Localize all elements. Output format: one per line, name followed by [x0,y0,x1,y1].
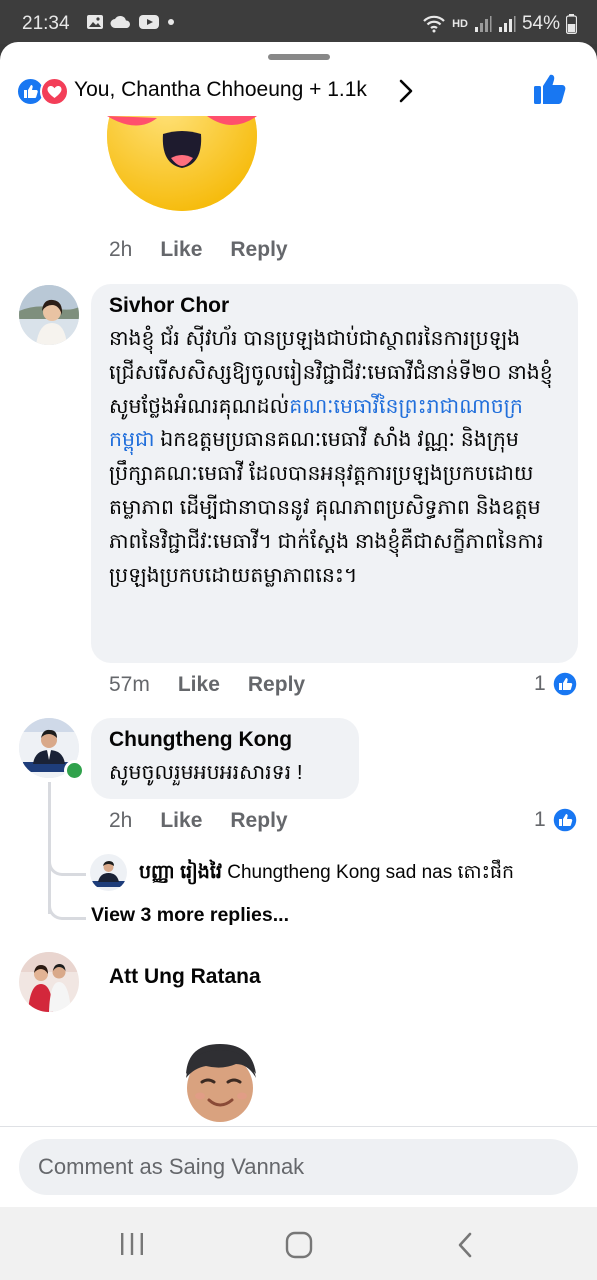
drag-handle[interactable] [268,54,330,60]
comment-actions: 2h Like Reply [109,809,288,833]
dot-icon [168,19,174,25]
recent-apps-icon[interactable] [119,1232,145,1256]
reaction-count: 1 [534,672,546,695]
comment-author[interactable]: Att Ung Ratana [109,965,261,989]
youtube-icon [139,15,159,29]
composer-divider [0,1126,597,1127]
avatar[interactable] [90,854,127,891]
comment-reaction-count[interactable]: 1 [534,807,578,833]
thread-line-branch [48,838,86,876]
comment-author[interactable]: Chungtheng Kong [109,728,343,752]
comment-actions: 2h Like Reply [109,238,288,262]
like-button[interactable]: Like [160,238,202,262]
reactions-summary[interactable]: You, Chantha Chhoeung + 1.1k [74,78,367,102]
like-reaction-icon [551,671,578,697]
comment-bubble[interactable]: Chungtheng Kong សូមចូលរួមអបអរសារទរ ! [91,718,359,799]
reply-button[interactable]: Reply [230,238,287,262]
comment-reaction-count[interactable]: 1 [534,671,578,697]
battery-level: 54% [521,13,560,34]
comment-text-part: ឯកឧត្តមប្រធានគណៈមេធាវី សាំង វណ្ណៈ និងក្រ… [109,428,544,587]
status-time: 21:34 [22,13,70,34]
cloud-icon [110,16,130,28]
thread-line-branch [48,882,86,920]
love-reaction-icon [40,77,69,106]
wifi-icon [423,15,445,33]
system-nav-bar [0,1207,597,1280]
heart-eyes-emoji [107,116,257,212]
reply-text: Chungtheng Kong sad nas តោះផឹក [227,862,515,883]
reply-button[interactable]: Reply [230,809,287,833]
avatar[interactable] [19,952,79,1012]
like-reaction-icon [551,807,578,833]
reactions-header[interactable]: You, Chantha Chhoeung + 1.1k [0,70,597,110]
comment-text: នាងខ្ញុំ ជ័រ ស៊ីវហ័រ បានប្រឡងជាប់ជាស្ថាព… [109,322,562,592]
comments-sheet: You, Chantha Chhoeung + 1.1k 2h Like Rep… [0,42,597,1207]
comment-composer-input[interactable]: Comment as Saing Vannak [19,1139,578,1195]
like-button[interactable]: Like [178,673,220,697]
back-icon[interactable] [456,1231,474,1259]
comment-author[interactable]: Sivhor Chor [109,294,562,318]
network-badge: HD [452,18,468,30]
view-more-replies[interactable]: View 3 more replies... [91,904,289,927]
smiling-memoji [176,1040,266,1126]
comment-text: សូមចូលរួមអបអរសារទរ ! [109,761,303,784]
comment-time: 57m [109,673,150,696]
comment-time: 2h [109,238,133,261]
reply-preview[interactable]: បញ្ញា រៀងវៃ Chungtheng Kong sad nas តោះផ… [139,860,514,888]
comment-actions: 57m Like Reply [109,673,305,697]
home-icon[interactable] [285,1231,313,1259]
gallery-icon [87,15,103,29]
signal-icon [474,16,492,32]
signal-icon [498,16,516,32]
reaction-count: 1 [534,808,546,831]
like-button[interactable]: Like [160,809,202,833]
battery-icon [566,14,577,34]
comment-input-placeholder: Comment as Saing Vannak [38,1154,305,1179]
status-bar: 21:34 HD 54% [0,0,597,44]
reaction-icons [16,77,70,106]
avatar[interactable] [19,285,79,345]
reply-author[interactable]: បញ្ញា រៀងវៃ [139,862,222,883]
online-status-dot [64,760,85,781]
comment-time: 2h [109,809,133,832]
chevron-right-icon[interactable] [398,78,414,104]
comment-bubble[interactable]: Sivhor Chor នាងខ្ញុំ ជ័រ ស៊ីវហ័រ បានប្រឡ… [91,284,578,663]
reply-button[interactable]: Reply [248,673,305,697]
like-icon[interactable] [532,72,568,106]
